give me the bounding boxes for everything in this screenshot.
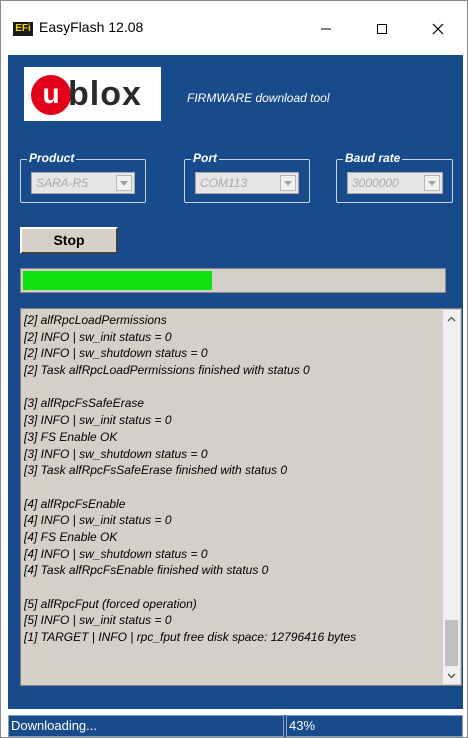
log-scrollbar[interactable] xyxy=(443,310,460,684)
scroll-up-icon[interactable] xyxy=(443,310,460,327)
progress-fill xyxy=(23,271,212,290)
log-line: [1] TARGET | INFO | rpc_fput free disk s… xyxy=(24,630,357,645)
easyflash-window: EFi EasyFlash 12.08 u blox FIRMWARE down… xyxy=(0,0,468,738)
scrollbar-thumb[interactable] xyxy=(445,620,458,666)
status-percent: 43% xyxy=(286,715,463,737)
log-line: [3] Task alfRpcFsSafeErase finished with… xyxy=(24,463,288,478)
product-select[interactable]: SARA-R5 xyxy=(31,172,135,194)
log-line: [3] INFO | sw_shutdown status = 0 xyxy=(24,446,208,461)
minimize-button[interactable] xyxy=(303,11,349,47)
maximize-icon xyxy=(377,24,387,34)
product-value: SARA-R5 xyxy=(36,176,89,190)
chevron-down-icon xyxy=(280,175,296,191)
window-title: EasyFlash 12.08 xyxy=(39,19,144,35)
log-line: [4] INFO | sw_init status = 0 xyxy=(24,513,172,528)
log-line: [5] INFO | sw_init status = 0 xyxy=(24,613,172,628)
log-line: [4] FS Enable OK xyxy=(24,529,118,544)
title-bar[interactable]: EFi EasyFlash 12.08 xyxy=(1,1,467,55)
ublox-logo: u blox xyxy=(24,67,161,121)
stop-button[interactable]: Stop xyxy=(20,227,118,254)
scroll-down-icon[interactable] xyxy=(443,667,460,684)
port-group: Port COM113 xyxy=(184,151,310,203)
log-line: [3] alfRpcFsSafeErase xyxy=(24,396,145,411)
log-output[interactable]: [2] alfRpcLoadPermissions [2] INFO | sw_i… xyxy=(20,308,462,686)
port-select[interactable]: COM113 xyxy=(195,172,299,194)
log-line: [5] alfRpcFput (forced operation) xyxy=(24,596,197,611)
log-lines: [2] alfRpcLoadPermissions [2] INFO | sw_i… xyxy=(24,312,440,646)
baud-value: 3000000 xyxy=(352,176,399,190)
log-line: [4] alfRpcFsEnable xyxy=(24,496,126,511)
baud-select[interactable]: 3000000 xyxy=(347,172,443,194)
minimize-icon xyxy=(321,28,331,30)
progress-bar xyxy=(20,268,446,293)
product-group: Product SARA-R5 xyxy=(20,151,146,203)
chevron-down-icon xyxy=(424,175,440,191)
close-button[interactable] xyxy=(415,11,461,47)
logo-u-mark: u xyxy=(31,75,71,115)
product-label: Product xyxy=(27,151,77,165)
status-bar: Downloading... 43% xyxy=(8,715,463,737)
close-icon xyxy=(432,23,444,35)
chevron-down-icon xyxy=(116,175,132,191)
baud-group: Baud rate 3000000 xyxy=(336,151,453,203)
status-message: Downloading... xyxy=(8,715,284,737)
logo-wordmark: blox xyxy=(68,75,142,113)
log-line: [2] INFO | sw_init status = 0 xyxy=(24,329,172,344)
log-line: [2] Task alfRpcLoadPermissions finished … xyxy=(24,363,310,378)
log-line: [2] alfRpcLoadPermissions xyxy=(24,313,167,327)
main-panel: u blox FIRMWARE download tool Product SA… xyxy=(8,55,463,709)
app-icon: EFi xyxy=(13,22,33,36)
tagline: FIRMWARE download tool xyxy=(187,91,330,105)
port-label: Port xyxy=(191,151,219,165)
log-line: [3] FS Enable OK xyxy=(24,429,118,444)
port-value: COM113 xyxy=(200,176,248,190)
maximize-button[interactable] xyxy=(359,11,405,47)
log-line: [2] INFO | sw_shutdown status = 0 xyxy=(24,346,208,361)
log-line: [4] Task alfRpcFsEnable finished with st… xyxy=(24,563,269,578)
log-line: [4] INFO | sw_shutdown status = 0 xyxy=(24,546,208,561)
baud-label: Baud rate xyxy=(343,151,403,165)
log-line: [3] INFO | sw_init status = 0 xyxy=(24,413,172,428)
